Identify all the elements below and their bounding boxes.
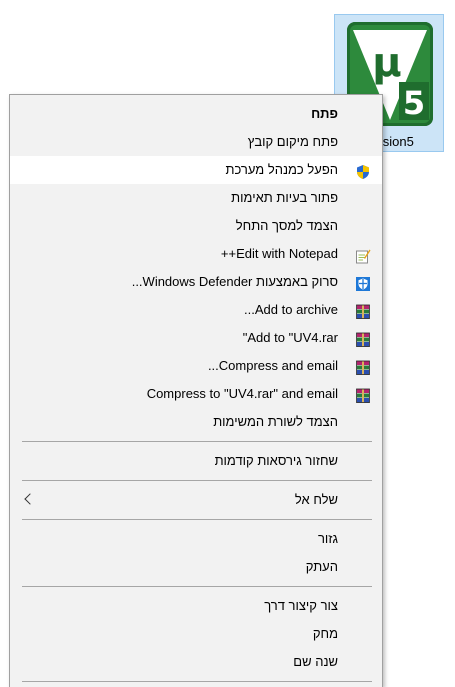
desktop[interactable]: µ 5 uVision5 פתח פתח מיקום קובץ הפעל כמנהל… — [0, 0, 455, 687]
menu-item-label: הצמד למסך התחל — [235, 218, 338, 233]
menu-separator — [22, 441, 372, 442]
menu-item-label: צור קיצור דרך — [264, 598, 338, 613]
menu-item-5[interactable]: הצמד למסך התחל — [10, 212, 382, 240]
menu-separator — [22, 586, 372, 587]
uac-shield-icon — [355, 162, 371, 179]
winrar-icon — [355, 302, 371, 319]
menu-item-label: הצמד לשורת המשימות — [213, 414, 338, 429]
context-menu: פתח פתח מיקום קובץ הפעל כמנהל מערכת פתור בע… — [9, 94, 383, 687]
menu-item-label: העתק — [305, 559, 338, 574]
menu-item-14[interactable]: שחזור גירסאות קודמות — [10, 447, 382, 475]
chevron-left-icon — [24, 493, 36, 505]
menu-item-label: פתח — [311, 106, 338, 121]
menu-item-label: Add to "UV4.rar" — [242, 330, 338, 345]
menu-item-16[interactable]: שלח אל — [10, 486, 382, 514]
menu-item-label: Add to archive... — [244, 302, 338, 317]
menu-item-12[interactable]: הצמד לשורת המשימות — [10, 408, 382, 436]
winrar-icon — [355, 386, 371, 403]
menu-item-label: הפעל כמנהל מערכת — [225, 162, 338, 177]
menu-item-7[interactable]: סרוק באמצעות Windows Defender... — [10, 268, 382, 296]
menu-item-2[interactable]: פתח מיקום קובץ — [10, 128, 382, 156]
menu-item-23[interactable]: שנה שם — [10, 648, 382, 676]
logo-mu-glyph: µ — [372, 40, 401, 86]
logo-version-number: 5 — [403, 84, 425, 122]
menu-item-label: מחק — [312, 626, 338, 641]
notepad-plus-plus-icon — [355, 246, 371, 264]
menu-item-10[interactable]: Compress and email... — [10, 352, 382, 380]
menu-item-label: גזור — [317, 531, 338, 546]
winrar-icon — [355, 330, 371, 347]
menu-item-label: פתור בעיות תאימות — [231, 190, 338, 205]
menu-item-label: Edit with Notepad++ — [220, 246, 338, 261]
menu-separator — [22, 519, 372, 520]
menu-item-label: שחזור גירסאות קודמות — [214, 453, 338, 468]
menu-item-19[interactable]: העתק — [10, 553, 382, 581]
menu-item-4[interactable]: פתור בעיות תאימות — [10, 184, 382, 212]
winrar-icon — [355, 358, 371, 375]
menu-item-1[interactable]: פתח — [10, 100, 382, 128]
menu-item-label: פתח מיקום קובץ — [247, 134, 338, 149]
menu-item-9[interactable]: Add to "UV4.rar" — [10, 324, 382, 352]
menu-item-22[interactable]: מחק — [10, 620, 382, 648]
windows-defender-icon — [355, 274, 371, 291]
menu-item-21[interactable]: צור קיצור דרך — [10, 592, 382, 620]
menu-item-3[interactable]: הפעל כמנהל מערכת — [10, 156, 382, 184]
menu-item-label: Compress and email... — [207, 358, 338, 373]
menu-separator — [22, 480, 372, 481]
menu-item-6[interactable]: Edit with Notepad++ — [10, 240, 382, 268]
menu-item-label: שלח אל — [294, 492, 338, 507]
menu-item-8[interactable]: Add to archive... — [10, 296, 382, 324]
menu-item-18[interactable]: גזור — [10, 525, 382, 553]
menu-item-11[interactable]: Compress to "UV4.rar" and email — [10, 380, 382, 408]
menu-item-label: שנה שם — [293, 654, 338, 669]
menu-separator — [22, 681, 372, 682]
menu-item-label: Compress to "UV4.rar" and email — [146, 386, 338, 401]
menu-item-label: סרוק באמצעות Windows Defender... — [131, 274, 338, 289]
